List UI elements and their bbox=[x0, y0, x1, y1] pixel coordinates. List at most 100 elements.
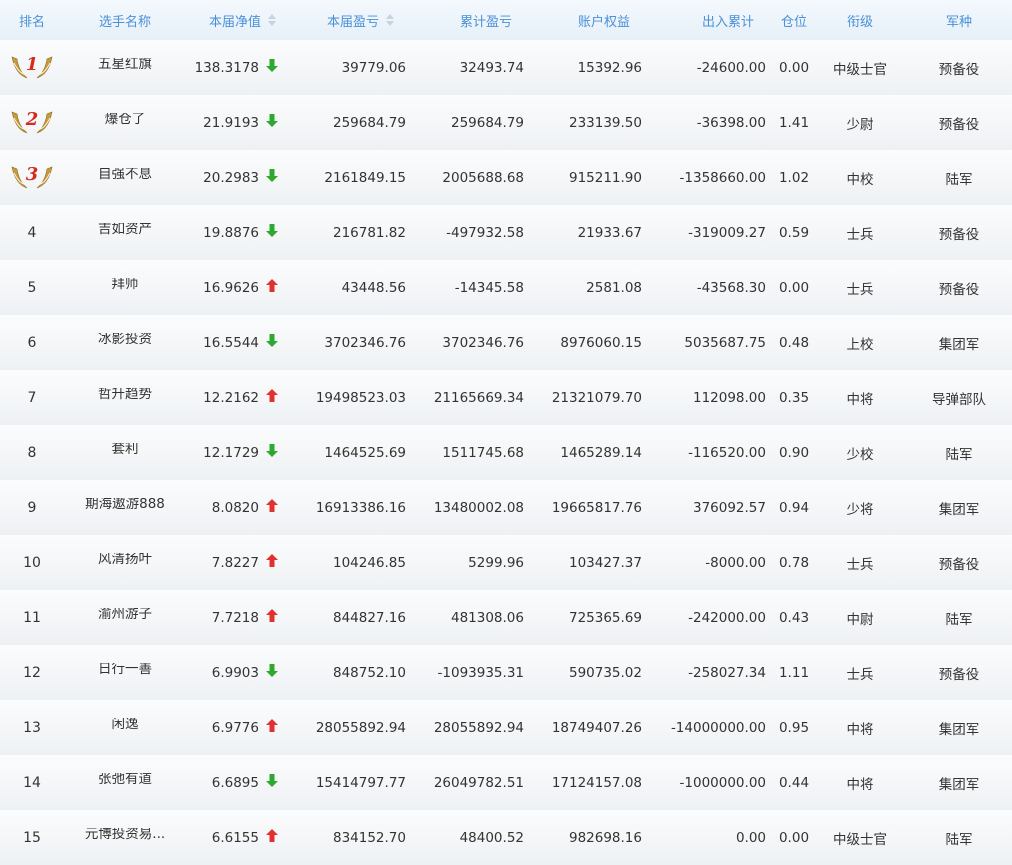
table-row[interactable]: 10 风清扬叶 7.8227 104246.85 5299.96 103427.37 -80… bbox=[0, 535, 1012, 590]
arrow-down-icon bbox=[266, 59, 278, 76]
rank-number: 12 bbox=[23, 664, 41, 681]
table-row[interactable]: 13 闲逸 6.9776 28055892.94 28055892.94 18749407… bbox=[0, 700, 1012, 755]
arrow-up-icon bbox=[266, 554, 278, 571]
player-name-link[interactable]: 日行一善 bbox=[98, 663, 152, 677]
player-name-link[interactable]: 套利 bbox=[112, 443, 139, 457]
player-name-cell[interactable]: 元博投资易... bbox=[64, 828, 186, 848]
cum-pnl-cell: -1093935.31 bbox=[437, 664, 524, 681]
player-name-link[interactable]: 闲逸 bbox=[112, 718, 139, 732]
player-name-cell[interactable]: 日行一善 bbox=[64, 663, 186, 683]
table-row[interactable]: 11 渝州游子 7.7218 844827.16 481308.06 725365.69 -… bbox=[0, 590, 1012, 645]
player-name-cell[interactable]: 风清扬叶 bbox=[64, 553, 186, 573]
pnl-cell: 2161849.15 bbox=[324, 169, 406, 186]
player-name-cell[interactable]: 渝州游子 bbox=[64, 608, 186, 628]
equity-cell: 2581.08 bbox=[586, 279, 642, 296]
flow-cell: -1358660.00 bbox=[679, 169, 766, 186]
pnl-cell: 39779.06 bbox=[341, 59, 406, 76]
ranking-table: 排名 选手名称 本届净值 本届盈亏 累计盈亏 账户权益 出入累计 仓位 衔级 军… bbox=[0, 0, 1012, 865]
rank-number: 11 bbox=[23, 609, 41, 626]
player-name-link[interactable]: 五星红旗 bbox=[98, 58, 152, 72]
player-name-cell[interactable]: 爆仓了 bbox=[64, 113, 186, 133]
nav-value: 138.3178 bbox=[194, 59, 259, 76]
table-row[interactable]: 2 爆仓了 21.9193 259684.79 259684.79 233139.50 -3… bbox=[0, 95, 1012, 150]
arrow-down-icon bbox=[266, 114, 278, 131]
arm-cell: 集团军 bbox=[938, 336, 980, 353]
nav-value: 12.2162 bbox=[203, 389, 259, 406]
position-cell: 1.41 bbox=[778, 114, 810, 131]
player-name-link[interactable]: 吉如资产 bbox=[98, 223, 152, 237]
player-name-cell[interactable]: 闲逸 bbox=[64, 718, 186, 738]
table-row[interactable]: 9 期海遨游888 8.0820 16913386.16 13480002.08 1966… bbox=[0, 480, 1012, 535]
cum-pnl-cell: 259684.79 bbox=[450, 114, 524, 131]
player-name-link[interactable]: 元博投资易... bbox=[85, 828, 165, 842]
header-nav-sortable[interactable]: 本届净值 bbox=[186, 11, 296, 30]
table-row[interactable]: 1 五星红旗 138.3178 39779.06 32493.74 15392.96 -24… bbox=[0, 40, 1012, 95]
equity-cell: 15392.96 bbox=[577, 59, 642, 76]
cum-pnl-cell: 1511745.68 bbox=[442, 444, 524, 461]
table-row[interactable]: 15 元博投资易... 6.6155 834152.70 48400.52 982698.… bbox=[0, 810, 1012, 865]
flow-cell: -319009.27 bbox=[688, 224, 766, 241]
nav-value: 12.1729 bbox=[203, 444, 259, 461]
player-name-link[interactable]: 哲升趋势 bbox=[98, 388, 152, 402]
player-name-link[interactable]: 风清扬叶 bbox=[98, 553, 152, 567]
cum-pnl-cell: 5299.96 bbox=[468, 554, 524, 571]
header-pnl-sortable[interactable]: 本届盈亏 bbox=[296, 11, 414, 30]
arrow-down-icon bbox=[266, 169, 278, 186]
player-name-cell[interactable]: 吉如资产 bbox=[64, 223, 186, 243]
sort-icon[interactable] bbox=[268, 14, 276, 26]
flow-cell: -36398.00 bbox=[696, 114, 766, 131]
player-name-cell[interactable]: 期海遨游888 bbox=[64, 498, 186, 518]
pnl-cell: 259684.79 bbox=[332, 114, 406, 131]
rank-cell: 2 bbox=[0, 106, 64, 140]
player-name-cell[interactable]: 套利 bbox=[64, 443, 186, 463]
svg-text:2: 2 bbox=[25, 109, 39, 130]
grade-cell: 士兵 bbox=[846, 281, 874, 298]
player-name-cell[interactable]: 五星红旗 bbox=[64, 58, 186, 78]
player-name-cell[interactable]: 冰影投资 bbox=[64, 333, 186, 353]
rank-cell: 11 bbox=[0, 610, 64, 626]
nav-cell: 21.9193 bbox=[186, 114, 296, 131]
cum-pnl-cell: 3702346.76 bbox=[442, 334, 524, 351]
svg-text:3: 3 bbox=[26, 164, 39, 185]
grade-cell: 少校 bbox=[846, 446, 874, 463]
table-row[interactable]: 3 自强不息 20.2983 2161849.15 2005688.68 915211.9… bbox=[0, 150, 1012, 205]
header-flow-label: 出入累计 bbox=[701, 14, 754, 30]
header-arm: 军种 bbox=[945, 14, 972, 30]
player-name-link[interactable]: 期海遨游888 bbox=[85, 498, 165, 512]
sort-icon[interactable] bbox=[386, 14, 394, 26]
arrow-up-icon bbox=[266, 499, 278, 516]
player-name-link[interactable]: 自强不息 bbox=[98, 168, 152, 182]
rank-medal-icon: 1 bbox=[9, 51, 55, 85]
table-row[interactable]: 5 拜师 16.9626 43448.56 -14345.58 2581.08 -43568… bbox=[0, 260, 1012, 315]
player-name-link[interactable]: 爆仓了 bbox=[105, 113, 146, 127]
table-row[interactable]: 7 哲升趋势 12.2162 19498523.03 21165669.34 213210… bbox=[0, 370, 1012, 425]
equity-cell: 982698.16 bbox=[568, 829, 642, 846]
arrow-up-icon bbox=[266, 389, 278, 406]
grade-cell: 中级士官 bbox=[833, 831, 887, 848]
arrow-up-icon bbox=[266, 719, 278, 736]
table-row[interactable]: 8 套利 12.1729 1464525.69 1511745.68 1465289.14… bbox=[0, 425, 1012, 480]
equity-cell: 233139.50 bbox=[568, 114, 642, 131]
arm-cell: 预备役 bbox=[938, 61, 980, 78]
pnl-cell: 834152.70 bbox=[332, 829, 406, 846]
rank-number: 4 bbox=[27, 224, 37, 241]
player-name-link[interactable]: 冰影投资 bbox=[98, 333, 152, 347]
table-row[interactable]: 12 日行一善 6.9903 848752.10 -1093935.31 590735.0… bbox=[0, 645, 1012, 700]
table-row[interactable]: 6 冰影投资 16.5544 3702346.76 3702346.76 8976060.… bbox=[0, 315, 1012, 370]
player-name-link[interactable]: 拜师 bbox=[112, 278, 139, 292]
player-name-cell[interactable]: 拜师 bbox=[64, 278, 186, 298]
player-name-link[interactable]: 张弛有道 bbox=[98, 773, 152, 787]
flow-cell: 0.00 bbox=[735, 829, 766, 846]
arm-cell: 陆军 bbox=[945, 611, 973, 628]
position-cell: 0.00 bbox=[778, 59, 810, 76]
cum-pnl-cell: 32493.74 bbox=[459, 59, 524, 76]
table-row[interactable]: 4 吉如资产 19.8876 216781.82 -497932.58 21933.67 -… bbox=[0, 205, 1012, 260]
nav-value: 21.9193 bbox=[203, 114, 259, 131]
player-name-cell[interactable]: 自强不息 bbox=[64, 168, 186, 188]
player-name-link[interactable]: 渝州游子 bbox=[98, 608, 152, 622]
nav-value: 19.8876 bbox=[203, 224, 259, 241]
player-name-cell[interactable]: 哲升趋势 bbox=[64, 388, 186, 408]
player-name-cell[interactable]: 张弛有道 bbox=[64, 773, 186, 793]
table-row[interactable]: 14 张弛有道 6.6895 15414797.77 26049782.51 171241… bbox=[0, 755, 1012, 810]
nav-cell: 8.0820 bbox=[186, 499, 296, 516]
